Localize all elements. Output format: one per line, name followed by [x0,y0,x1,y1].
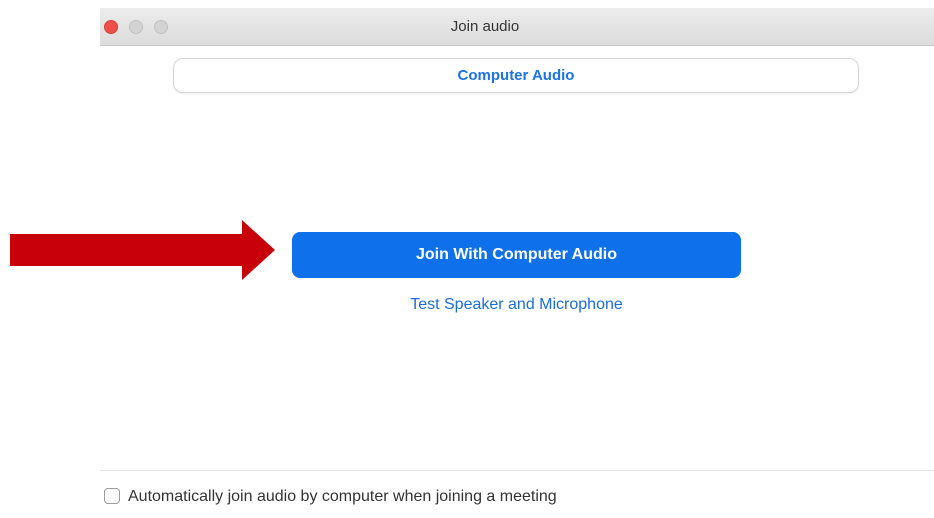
title-bar: Join audio [100,8,934,46]
tab-computer-audio[interactable]: Computer Audio [173,58,859,93]
annotation-arrow-icon [10,220,275,280]
test-speaker-microphone-link[interactable]: Test Speaker and Microphone [292,293,741,317]
join-audio-window: Join audio Computer Audio Join With Comp… [0,0,934,518]
auto-join-label[interactable]: Automatically join audio by computer whe… [128,486,557,508]
window-title: Join audio [450,18,520,35]
auto-join-checkbox[interactable] [104,488,120,504]
join-with-computer-audio-button[interactable]: Join With Computer Audio [292,232,741,278]
footer-divider [100,470,934,471]
tab-computer-audio-label: Computer Audio [457,67,575,84]
